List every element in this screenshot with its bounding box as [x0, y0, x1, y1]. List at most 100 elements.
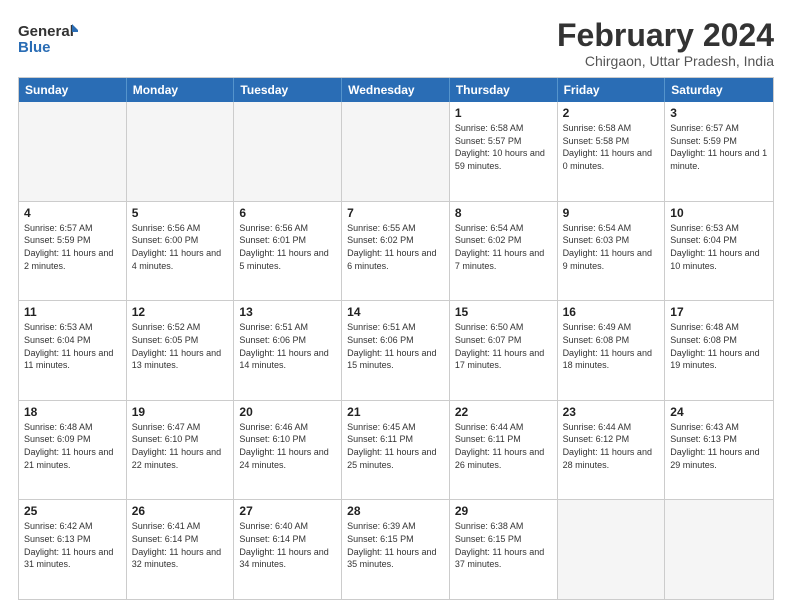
day-number: 7 [347, 206, 444, 220]
calendar-cell: 17 Sunrise: 6:48 AM Sunset: 6:08 PM Dayli… [665, 301, 773, 400]
day-info: Sunrise: 6:56 AM Sunset: 6:00 PM Dayligh… [132, 222, 229, 272]
day-info: Sunrise: 6:43 AM Sunset: 6:13 PM Dayligh… [670, 421, 768, 471]
header-cell-sunday: Sunday [19, 78, 127, 102]
day-info: Sunrise: 6:40 AM Sunset: 6:14 PM Dayligh… [239, 520, 336, 570]
day-number: 24 [670, 405, 768, 419]
header-cell-saturday: Saturday [665, 78, 773, 102]
calendar-cell: 29 Sunrise: 6:38 AM Sunset: 6:15 PM Dayli… [450, 500, 558, 599]
calendar-cell: 21Sunrise: 6:45 AM Sunset: 6:11 PM Dayli… [342, 401, 450, 500]
day-info: Sunrise: 6:48 AM Sunset: 6:08 PM Dayligh… [670, 321, 768, 371]
calendar-cell: 23 Sunrise: 6:44 AM Sunset: 6:12 PM Dayli… [558, 401, 666, 500]
day-info: Sunrise: 6:57 AM Sunset: 5:59 PM Dayligh… [24, 222, 121, 272]
day-info: Sunrise: 6:47 AM Sunset: 6:10 PM Dayligh… [132, 421, 229, 471]
day-number: 28 [347, 504, 444, 518]
calendar-cell [342, 102, 450, 201]
day-number: 27 [239, 504, 336, 518]
day-number: 25 [24, 504, 121, 518]
day-info: Sunrise: 6:44 AM Sunset: 6:12 PM Dayligh… [563, 421, 660, 471]
calendar: SundayMondayTuesdayWednesdayThursdayFrid… [18, 77, 774, 600]
day-number: 2 [563, 106, 660, 120]
calendar-cell: 2 Sunrise: 6:58 AM Sunset: 5:58 PM Daylig… [558, 102, 666, 201]
header-cell-tuesday: Tuesday [234, 78, 342, 102]
day-info: Sunrise: 6:42 AM Sunset: 6:13 PM Dayligh… [24, 520, 121, 570]
day-info: Sunrise: 6:53 AM Sunset: 6:04 PM Dayligh… [24, 321, 121, 371]
day-number: 23 [563, 405, 660, 419]
day-info: Sunrise: 6:50 AM Sunset: 6:07 PM Dayligh… [455, 321, 552, 371]
day-info: Sunrise: 6:52 AM Sunset: 6:05 PM Dayligh… [132, 321, 229, 371]
svg-text:General: General [18, 23, 74, 40]
calendar-cell: 6 Sunrise: 6:56 AM Sunset: 6:01 PM Daylig… [234, 202, 342, 301]
day-info: Sunrise: 6:48 AM Sunset: 6:09 PM Dayligh… [24, 421, 121, 471]
day-number: 15 [455, 305, 552, 319]
calendar-cell: 3 Sunrise: 6:57 AM Sunset: 5:59 PM Daylig… [665, 102, 773, 201]
day-number: 16 [563, 305, 660, 319]
header: General Blue February 2024 Chirgaon, Utt… [18, 18, 774, 69]
calendar-cell: 24 Sunrise: 6:43 AM Sunset: 6:13 PM Dayli… [665, 401, 773, 500]
day-number: 29 [455, 504, 552, 518]
calendar-row-2: 11 Sunrise: 6:53 AM Sunset: 6:04 PM Dayli… [19, 300, 773, 400]
calendar-cell [127, 102, 235, 201]
svg-text:Blue: Blue [18, 39, 51, 56]
calendar-cell: 12Sunrise: 6:52 AM Sunset: 6:05 PM Dayli… [127, 301, 235, 400]
logo-svg: General Blue [18, 20, 78, 56]
calendar-cell [558, 500, 666, 599]
day-number: 22 [455, 405, 552, 419]
calendar-cell: 19 Sunrise: 6:47 AM Sunset: 6:10 PM Dayli… [127, 401, 235, 500]
day-number: 8 [455, 206, 552, 220]
day-info: Sunrise: 6:55 AM Sunset: 6:02 PM Dayligh… [347, 222, 444, 272]
day-info: Sunrise: 6:44 AM Sunset: 6:11 PM Dayligh… [455, 421, 552, 471]
calendar-cell: 1 Sunrise: 6:58 AM Sunset: 5:57 PM Daylig… [450, 102, 558, 201]
calendar-cell: 4Sunrise: 6:57 AM Sunset: 5:59 PM Daylig… [19, 202, 127, 301]
day-number: 17 [670, 305, 768, 319]
calendar-row-0: 1 Sunrise: 6:58 AM Sunset: 5:57 PM Daylig… [19, 102, 773, 201]
calendar-row-3: 18Sunrise: 6:48 AM Sunset: 6:09 PM Dayli… [19, 400, 773, 500]
title-block: February 2024 Chirgaon, Uttar Pradesh, I… [557, 18, 774, 69]
header-cell-monday: Monday [127, 78, 235, 102]
day-number: 6 [239, 206, 336, 220]
calendar-subtitle: Chirgaon, Uttar Pradesh, India [557, 53, 774, 69]
header-cell-friday: Friday [558, 78, 666, 102]
page: General Blue February 2024 Chirgaon, Utt… [0, 0, 792, 612]
day-info: Sunrise: 6:54 AM Sunset: 6:02 PM Dayligh… [455, 222, 552, 272]
header-cell-thursday: Thursday [450, 78, 558, 102]
day-info: Sunrise: 6:51 AM Sunset: 6:06 PM Dayligh… [239, 321, 336, 371]
calendar-row-1: 4Sunrise: 6:57 AM Sunset: 5:59 PM Daylig… [19, 201, 773, 301]
day-number: 14 [347, 305, 444, 319]
calendar-cell: 27 Sunrise: 6:40 AM Sunset: 6:14 PM Dayli… [234, 500, 342, 599]
day-info: Sunrise: 6:58 AM Sunset: 5:58 PM Dayligh… [563, 122, 660, 172]
calendar-cell: 8 Sunrise: 6:54 AM Sunset: 6:02 PM Daylig… [450, 202, 558, 301]
day-info: Sunrise: 6:39 AM Sunset: 6:15 PM Dayligh… [347, 520, 444, 570]
calendar-body: 1 Sunrise: 6:58 AM Sunset: 5:57 PM Daylig… [19, 102, 773, 599]
day-number: 10 [670, 206, 768, 220]
day-info: Sunrise: 6:56 AM Sunset: 6:01 PM Dayligh… [239, 222, 336, 272]
calendar-cell: 15 Sunrise: 6:50 AM Sunset: 6:07 PM Dayli… [450, 301, 558, 400]
calendar-cell: 22 Sunrise: 6:44 AM Sunset: 6:11 PM Dayli… [450, 401, 558, 500]
calendar-cell: 18Sunrise: 6:48 AM Sunset: 6:09 PM Dayli… [19, 401, 127, 500]
day-number: 26 [132, 504, 229, 518]
day-info: Sunrise: 6:58 AM Sunset: 5:57 PM Dayligh… [455, 122, 552, 172]
day-info: Sunrise: 6:49 AM Sunset: 6:08 PM Dayligh… [563, 321, 660, 371]
day-number: 1 [455, 106, 552, 120]
calendar-cell: 25 Sunrise: 6:42 AM Sunset: 6:13 PM Dayli… [19, 500, 127, 599]
day-info: Sunrise: 6:57 AM Sunset: 5:59 PM Dayligh… [670, 122, 768, 172]
day-number: 3 [670, 106, 768, 120]
calendar-cell: 11 Sunrise: 6:53 AM Sunset: 6:04 PM Dayli… [19, 301, 127, 400]
day-info: Sunrise: 6:45 AM Sunset: 6:11 PM Dayligh… [347, 421, 444, 471]
day-number: 19 [132, 405, 229, 419]
calendar-cell [665, 500, 773, 599]
calendar-cell: 9Sunrise: 6:54 AM Sunset: 6:03 PM Daylig… [558, 202, 666, 301]
day-number: 13 [239, 305, 336, 319]
calendar-cell: 26 Sunrise: 6:41 AM Sunset: 6:14 PM Dayli… [127, 500, 235, 599]
calendar-row-4: 25 Sunrise: 6:42 AM Sunset: 6:13 PM Dayli… [19, 499, 773, 599]
calendar-cell [19, 102, 127, 201]
day-number: 5 [132, 206, 229, 220]
logo: General Blue [18, 20, 78, 56]
day-info: Sunrise: 6:38 AM Sunset: 6:15 PM Dayligh… [455, 520, 552, 570]
calendar-cell [234, 102, 342, 201]
day-info: Sunrise: 6:41 AM Sunset: 6:14 PM Dayligh… [132, 520, 229, 570]
calendar-header: SundayMondayTuesdayWednesdayThursdayFrid… [19, 78, 773, 102]
calendar-cell: 20Sunrise: 6:46 AM Sunset: 6:10 PM Dayli… [234, 401, 342, 500]
day-number: 11 [24, 305, 121, 319]
calendar-cell: 5 Sunrise: 6:56 AM Sunset: 6:00 PM Daylig… [127, 202, 235, 301]
calendar-cell: 7 Sunrise: 6:55 AM Sunset: 6:02 PM Daylig… [342, 202, 450, 301]
